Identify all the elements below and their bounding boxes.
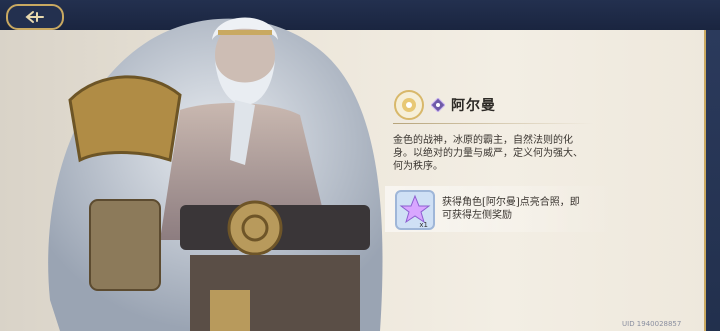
uid-label: UID 1940028857 xyxy=(622,320,682,328)
reward-text: 获得角色[阿尔曼]点亮合照，即可获得左侧奖励 xyxy=(442,197,580,221)
character-header: 阿尔曼 xyxy=(393,89,496,121)
character-name: 阿尔曼 xyxy=(451,98,496,114)
back-button[interactable] xyxy=(6,4,64,30)
reward-item-icon[interactable]: x1 xyxy=(395,190,435,230)
panel-edge-frame xyxy=(704,30,720,331)
character-description: 金色的战神，冰原的霸主，自然法则的化身。以绝对的力量与威严，定义何为强大、何为秩… xyxy=(393,135,583,172)
back-arrow-icon xyxy=(25,11,44,23)
divider xyxy=(393,123,593,124)
reward-count: x1 xyxy=(419,221,428,229)
element-badge-icon xyxy=(431,98,445,112)
character-emblem-icon xyxy=(394,90,424,120)
character-portrait xyxy=(48,17,383,331)
